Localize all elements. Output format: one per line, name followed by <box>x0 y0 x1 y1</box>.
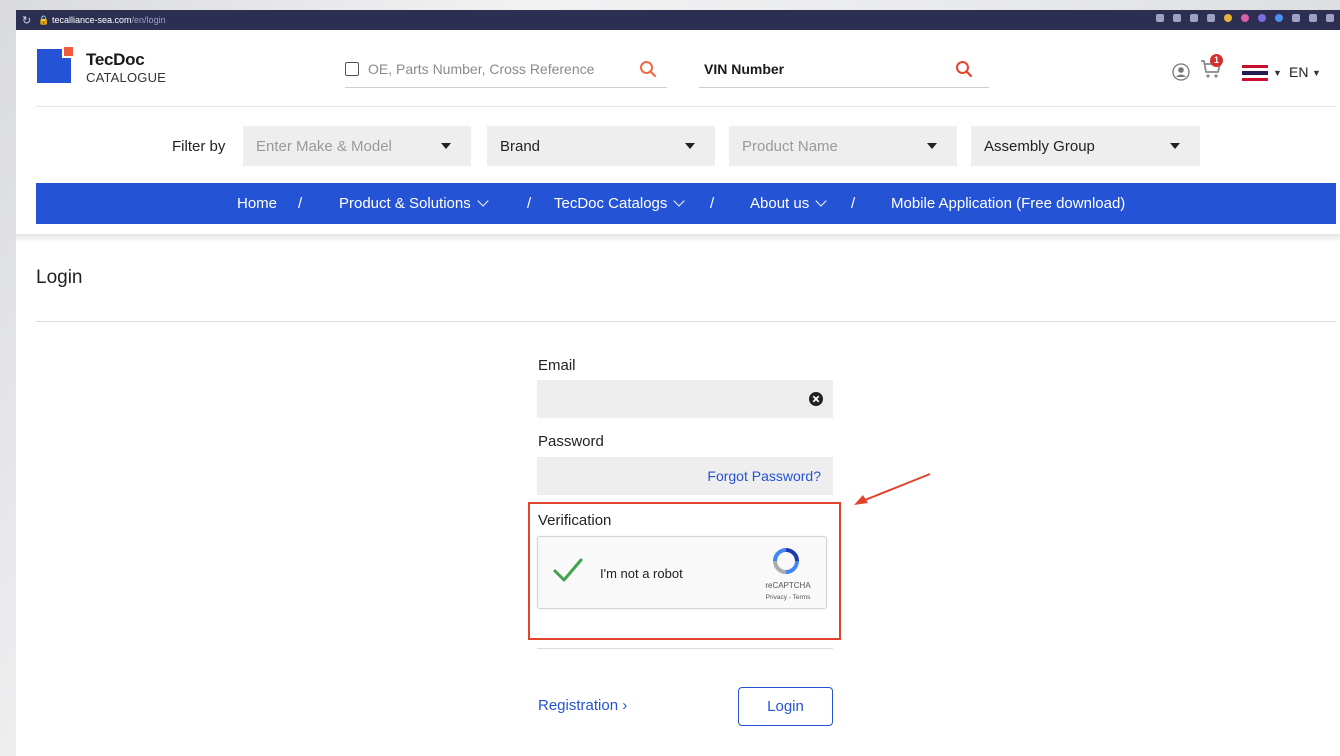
search-checkbox[interactable] <box>345 62 359 76</box>
nav-separator: / <box>298 195 303 212</box>
login-button[interactable]: Login <box>738 687 833 726</box>
password-label: Password <box>538 433 604 450</box>
nav-mobile-app[interactable]: Mobile Application (Free download) <box>891 195 1125 212</box>
main-nav: Home / Product & Solutions / TecDoc Cata… <box>36 183 1336 224</box>
captcha-links[interactable]: Privacy - Terms <box>756 594 820 601</box>
extension-icon[interactable] <box>1275 14 1283 22</box>
playlist-icon[interactable] <box>1326 14 1334 22</box>
page-title: Login <box>36 267 83 288</box>
chevron-down-icon[interactable]: ▼ <box>1273 68 1282 78</box>
nav-about-label: About us <box>750 195 810 212</box>
nav-separator: / <box>851 195 856 212</box>
parts-search-input[interactable]: OE, Parts Number, Cross Reference <box>368 61 594 77</box>
brand-filter[interactable]: Brand <box>487 126 715 166</box>
make-model-filter[interactable]: Enter Make & Model <box>243 126 471 166</box>
annotation-arrow-icon <box>854 473 931 505</box>
registration-link[interactable]: Registration › <box>538 697 627 714</box>
search-icon[interactable] <box>639 60 657 78</box>
caret-down-icon <box>1170 143 1180 149</box>
product-name-filter[interactable]: Product Name <box>729 126 957 166</box>
caret-down-icon <box>927 143 937 149</box>
divider <box>537 648 833 649</box>
user-icon[interactable] <box>1172 63 1190 81</box>
url-path[interactable]: /en/login <box>132 15 166 25</box>
logo-title[interactable]: TecDoc <box>86 50 145 70</box>
extension-icons <box>1156 14 1334 22</box>
make-model-filter-placeholder: Enter Make & Model <box>256 138 392 155</box>
nav-home[interactable]: Home <box>237 195 277 212</box>
assembly-group-filter-value: Assembly Group <box>984 138 1095 155</box>
nav-products-label: Product & Solutions <box>339 195 471 212</box>
vin-search[interactable]: VIN Number <box>699 56 989 88</box>
divider <box>36 106 1336 107</box>
nav-products[interactable]: Product & Solutions <box>339 195 489 212</box>
share-icon[interactable] <box>1190 14 1198 22</box>
extension-icon[interactable] <box>1224 14 1232 22</box>
puzzle-icon[interactable] <box>1309 14 1317 22</box>
caret-down-icon <box>441 143 451 149</box>
parts-search[interactable]: OE, Parts Number, Cross Reference <box>345 56 667 88</box>
nav-catalogs[interactable]: TecDoc Catalogs <box>554 195 686 212</box>
chevron-down-icon <box>477 195 489 207</box>
page: TecDoc CATALOGUE OE, Parts Number, Cross… <box>16 30 1340 756</box>
language-selector[interactable]: EN <box>1289 64 1308 80</box>
extension-icon[interactable] <box>1241 14 1249 22</box>
divider <box>36 321 1336 322</box>
verification-label: Verification <box>538 512 612 529</box>
captcha-brand: reCAPTCHA <box>765 581 811 590</box>
checkmark-icon[interactable] <box>553 557 583 583</box>
zoom-icon[interactable] <box>1173 14 1181 22</box>
chevron-right-icon: › <box>622 697 628 714</box>
key-icon[interactable] <box>1156 14 1164 22</box>
recaptcha-widget[interactable]: I'm not a robot reCAPTCHA Privacy - Term… <box>537 536 827 609</box>
url-host[interactable]: tecalliance-sea.com <box>52 15 132 25</box>
cart-count-badge: 1 <box>1210 54 1223 67</box>
product-name-filter-placeholder: Product Name <box>742 138 838 155</box>
lock-icon: 🔒 <box>38 14 50 25</box>
clear-icon[interactable] <box>809 392 823 406</box>
nav-about[interactable]: About us <box>750 195 827 212</box>
brand-filter-value: Brand <box>500 138 541 155</box>
vin-input[interactable]: VIN Number <box>704 61 784 77</box>
assembly-group-filter[interactable]: Assembly Group <box>971 126 1200 166</box>
logo-icon[interactable] <box>37 45 75 83</box>
email-label: Email <box>538 357 576 374</box>
email-field[interactable] <box>537 380 833 418</box>
nav-separator: / <box>527 195 532 212</box>
recaptcha-logo-icon <box>773 548 799 574</box>
star-icon[interactable] <box>1207 14 1215 22</box>
extension-icon[interactable] <box>1258 14 1266 22</box>
password-field[interactable]: Forgot Password? <box>537 457 833 495</box>
chevron-down-icon <box>815 195 827 207</box>
caret-down-icon <box>685 143 695 149</box>
site-header: TecDoc CATALOGUE OE, Parts Number, Cross… <box>16 30 1340 106</box>
header-shadow <box>16 234 1340 242</box>
extension-icon[interactable] <box>1292 14 1300 22</box>
chevron-down-icon <box>673 195 686 207</box>
registration-link-label: Registration <box>538 697 619 714</box>
search-icon[interactable] <box>955 60 973 78</box>
nav-separator: / <box>710 195 715 212</box>
nav-catalogs-label: TecDoc Catalogs <box>554 195 668 212</box>
filter-label: Filter by <box>172 138 226 155</box>
captcha-label: I'm not a robot <box>600 566 683 581</box>
chevron-down-icon[interactable]: ▼ <box>1312 68 1321 78</box>
thailand-flag-icon[interactable] <box>1242 65 1268 81</box>
forgot-password-link[interactable]: Forgot Password? <box>707 468 821 484</box>
logo-subtitle[interactable]: CATALOGUE <box>86 70 166 85</box>
reload-icon[interactable]: ↻ <box>22 14 38 27</box>
browser-address-bar: ↻ 🔒 tecalliance-sea.com/en/login <box>16 10 1340 30</box>
